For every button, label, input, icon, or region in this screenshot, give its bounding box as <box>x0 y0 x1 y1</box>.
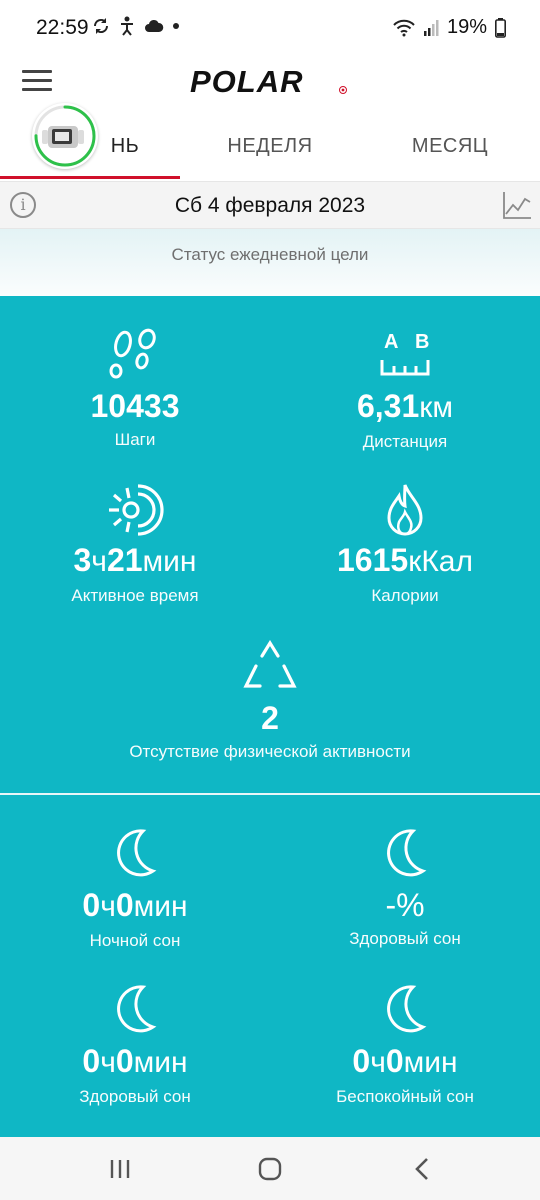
cloud-icon <box>145 19 164 32</box>
recent-apps-icon[interactable] <box>106 1155 136 1183</box>
steps-metric[interactable]: 10433 Шаги <box>0 328 270 450</box>
status-bar: 22:59 19% <box>0 0 540 56</box>
system-nav-bar <box>0 1137 540 1200</box>
device-progress-ring <box>34 105 96 167</box>
restless-sleep-hours-unit: ч <box>370 1046 386 1079</box>
active-time-hours-unit: ч <box>91 545 107 578</box>
healthy-sleep-percent-metric[interactable]: -% Здоровый сон <box>270 827 540 949</box>
hamburger-menu-icon[interactable] <box>22 70 52 96</box>
tab-week-label: НЕДЕЛЯ <box>227 134 313 157</box>
distance-ab-icon: A B <box>380 331 430 376</box>
tab-active-indicator <box>0 176 180 179</box>
moon-icon <box>387 985 427 1033</box>
distance-metric[interactable]: A B 6,31км Дистанция <box>270 328 540 452</box>
calories-value: 1615 <box>337 542 409 578</box>
polar-logo: POLAR <box>190 64 347 99</box>
night-sleep-hours-unit: ч <box>100 890 116 923</box>
moon-icon <box>117 985 157 1033</box>
distance-icon-a: A <box>384 331 398 353</box>
restless-sleep-minutes-unit: мин <box>403 1046 458 1079</box>
restless-sleep-label: Беспокойный сон <box>336 1087 474 1106</box>
active-time-hours: 3 <box>73 542 92 578</box>
healthy-sleep-minutes-unit: мин <box>133 1046 188 1079</box>
tab-month-label: МЕСЯЦ <box>411 134 489 157</box>
wifi-icon <box>393 19 415 36</box>
night-sleep-minutes: 0 <box>115 887 134 923</box>
device-avatar[interactable] <box>32 103 98 169</box>
status-time: 22:59 <box>36 16 89 39</box>
tab-day-label: НЬ <box>110 134 140 157</box>
healthy-sleep-label: Здоровый сон <box>79 1087 191 1106</box>
healthy-sleep-percent-value: -% <box>385 887 425 923</box>
current-date[interactable]: Сб 4 февраля 2023 <box>0 194 540 218</box>
healthy-sleep-minutes: 0 <box>115 1043 134 1079</box>
watch-icon <box>42 126 84 148</box>
daily-goal-section[interactable]: Статус ежедневной цели <box>0 229 540 296</box>
distance-unit: км <box>419 391 454 424</box>
battery-percent: 19% <box>446 16 487 38</box>
inactivity-metric[interactable]: 2 Отсутствие физической активности <box>0 640 540 762</box>
battery-icon <box>495 17 506 38</box>
restless-sleep-minutes: 0 <box>385 1043 404 1079</box>
distance-value: 6,31 <box>356 388 420 424</box>
restless-sleep-metric[interactable]: 0ч0мин Беспокойный сон <box>270 983 540 1107</box>
tab-week[interactable]: НЕДЕЛЯ <box>180 112 360 180</box>
active-time-metric[interactable]: 3ч21мин Активное время <box>0 482 270 606</box>
night-sleep-label: Ночной сон <box>89 931 181 950</box>
moon-icon <box>117 829 157 877</box>
distance-label: Дистанция <box>362 432 448 451</box>
steps-label: Шаги <box>114 430 156 449</box>
moon-icon <box>387 829 427 877</box>
inactivity-value: 2 <box>261 700 279 736</box>
back-icon[interactable] <box>408 1155 438 1183</box>
healthy-sleep-percent-label: Здоровый сон <box>349 929 461 948</box>
status-right-group: 19% <box>393 16 506 39</box>
night-sleep-metric[interactable]: 0ч0мин Ночной сон <box>0 827 270 951</box>
distance-icon-b: B <box>415 331 429 353</box>
date-bar: i Сб 4 февраля 2023 <box>0 181 540 229</box>
trend-chart-icon[interactable] <box>502 190 532 220</box>
steps-value: 10433 <box>90 388 180 424</box>
active-time-label: Активное время <box>71 586 199 605</box>
calories-metric[interactable]: 1615кКал Калории <box>270 482 540 606</box>
calories-unit: кКал <box>408 545 473 578</box>
healthy-sleep-metric[interactable]: 0ч0мин Здоровый сон <box>0 983 270 1107</box>
sync-icon <box>93 18 109 34</box>
tab-month[interactable]: МЕСЯЦ <box>360 112 540 180</box>
flame-icon <box>387 484 423 536</box>
svg-text:POLAR: POLAR <box>190 64 304 99</box>
active-time-minutes: 21 <box>106 542 143 578</box>
night-sleep-minutes-unit: мин <box>133 890 188 923</box>
activity-panel: 10433 Шаги A B 6,31км Дистанция 3ч21мин … <box>0 296 540 793</box>
dot-icon <box>173 23 179 29</box>
daily-goal-status: Статус ежедневной цели <box>171 245 369 264</box>
accessibility-icon <box>121 16 133 36</box>
inactivity-label: Отсутствие физической активности <box>129 742 411 761</box>
healthy-sleep-hours-unit: ч <box>100 1046 116 1079</box>
night-sleep-hours: 0 <box>82 887 101 923</box>
sleep-panel: 0ч0мин Ночной сон -% Здоровый сон 0ч0мин… <box>0 795 540 1137</box>
inactivity-triangle-icon <box>243 640 297 688</box>
footprints-icon <box>109 328 156 379</box>
active-time-minutes-unit: мин <box>142 545 197 578</box>
restless-sleep-hours: 0 <box>352 1043 371 1079</box>
status-notification-icons <box>92 16 180 36</box>
active-time-icon <box>109 484 164 536</box>
calories-label: Калории <box>371 586 439 605</box>
home-icon[interactable] <box>255 1155 285 1183</box>
healthy-sleep-hours: 0 <box>82 1043 101 1079</box>
signal-icon <box>423 19 439 36</box>
